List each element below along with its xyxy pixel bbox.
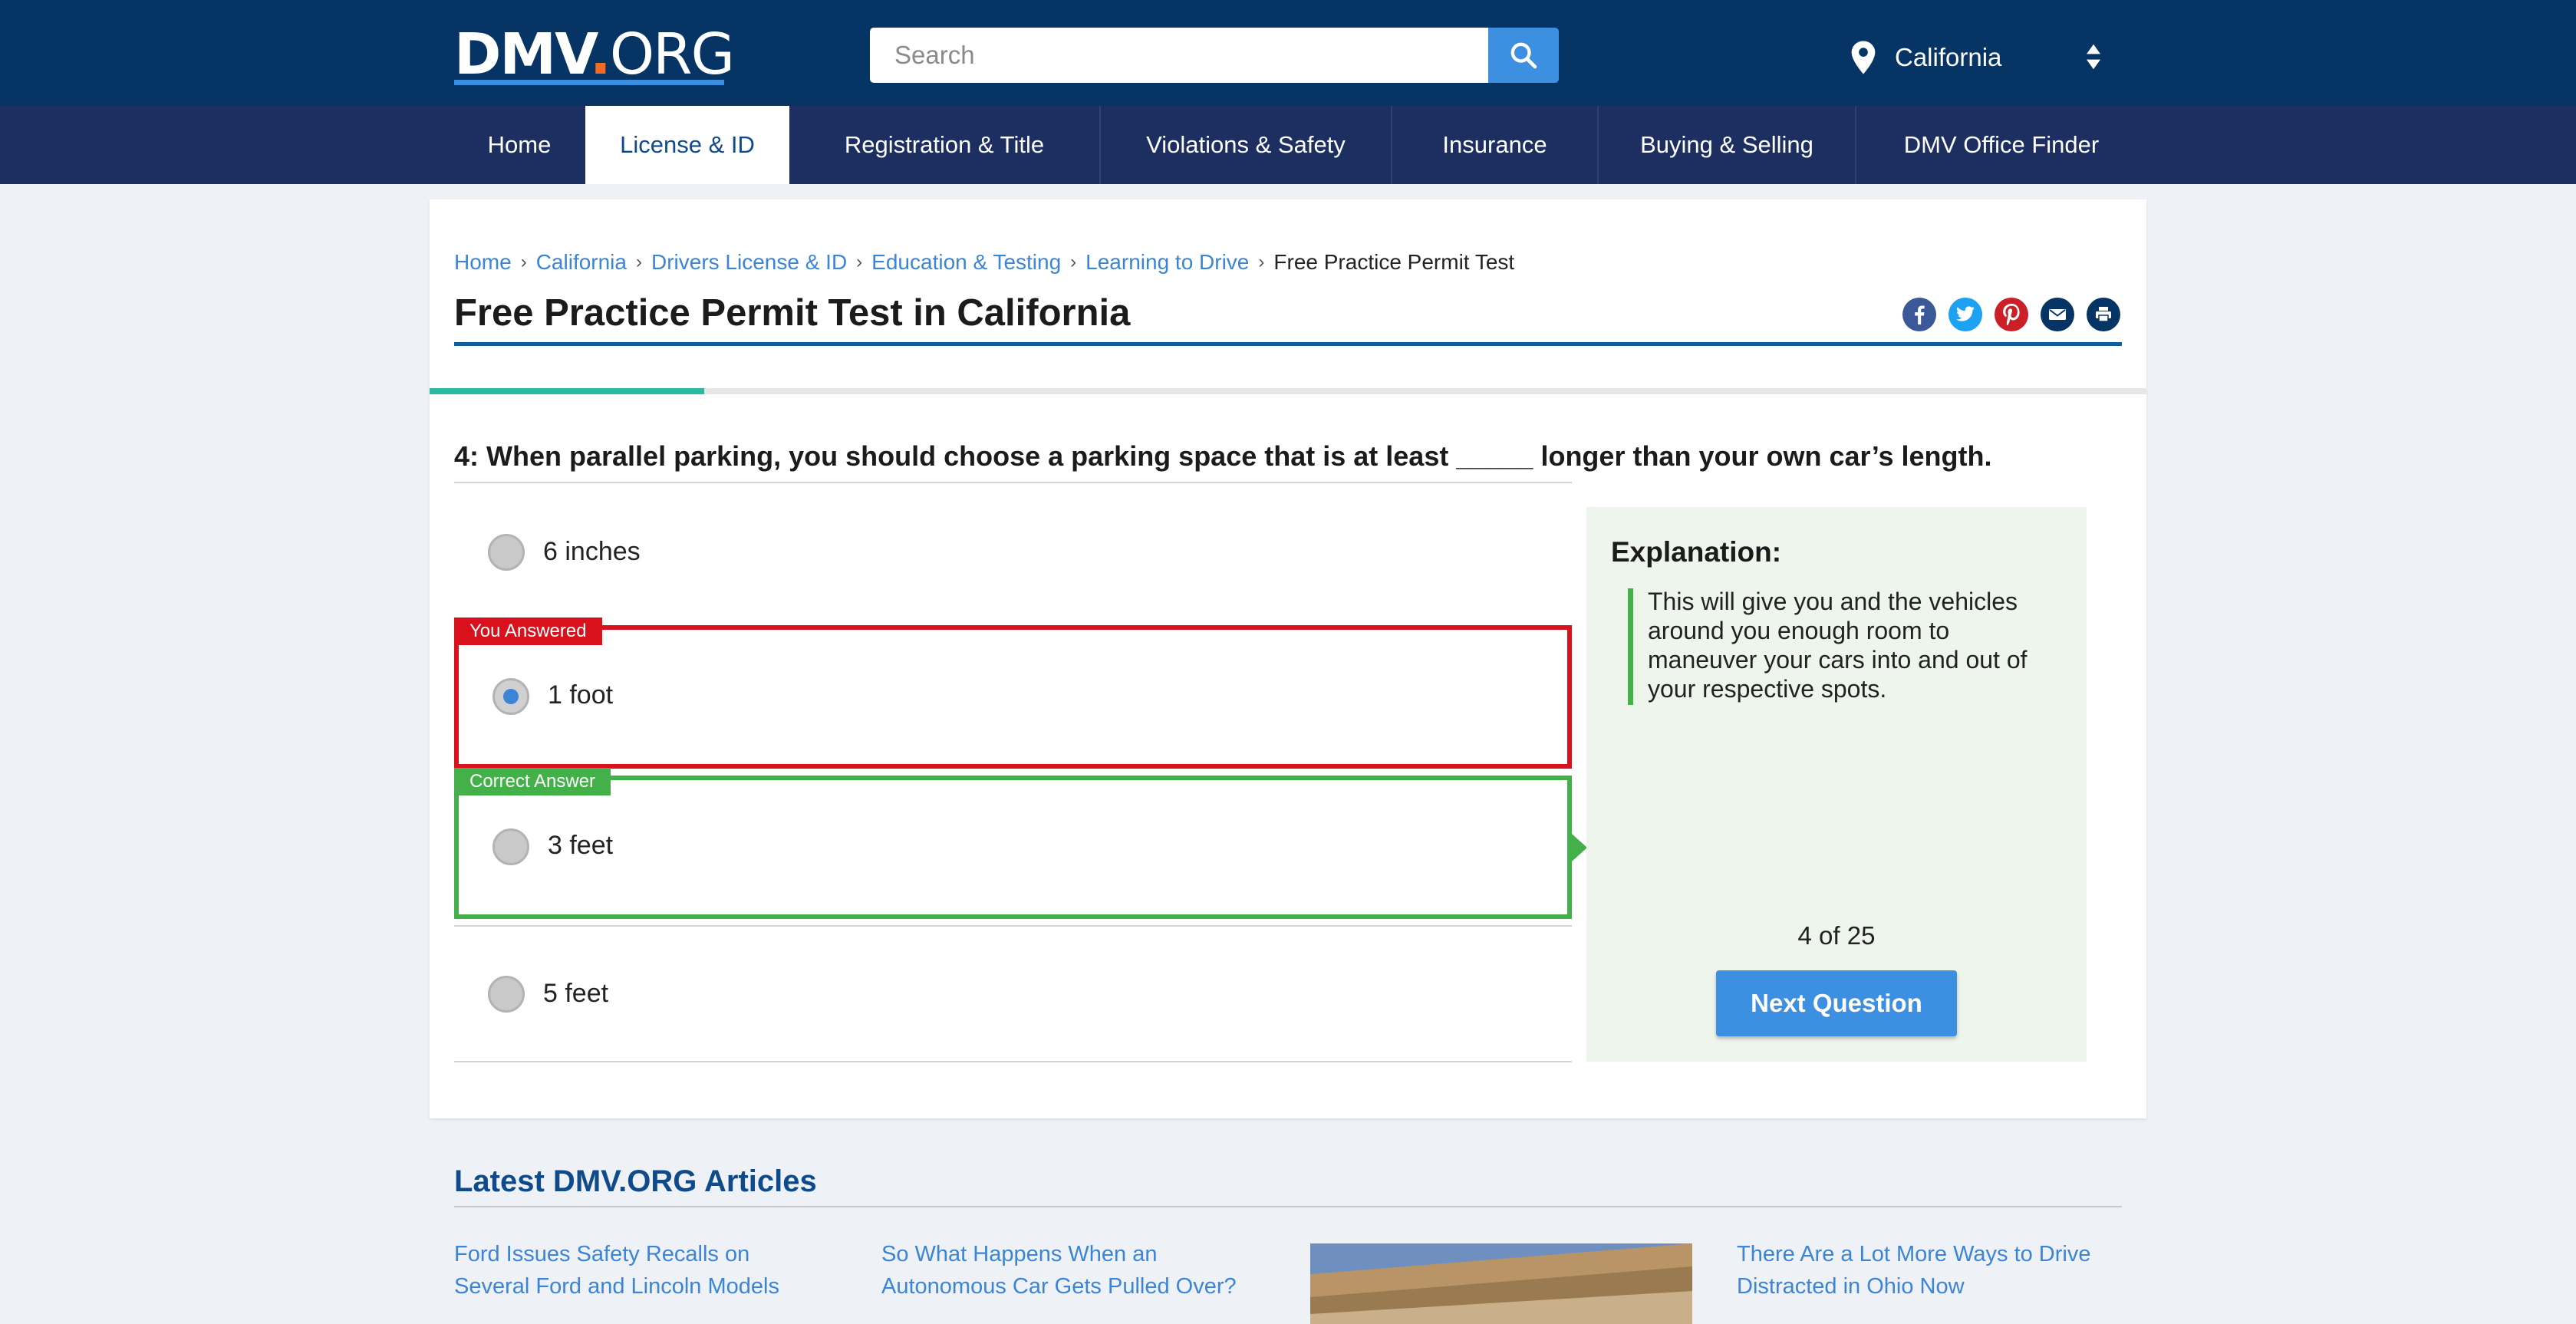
- article-link[interactable]: Ford Issues Safety Recalls on Several Fo…: [454, 1238, 822, 1303]
- dmv-org-logo[interactable]: DMV.ORG: [454, 21, 735, 87]
- answer-option-label: 1 foot: [548, 680, 614, 710]
- answer-option[interactable]: 3 feet: [459, 780, 1567, 914]
- dmv-building-photo: [1310, 1243, 1692, 1324]
- page-title: Free Practice Permit Test in California: [454, 292, 1131, 334]
- state-selector[interactable]: California: [1849, 34, 2102, 81]
- radio-button-selected[interactable]: [492, 678, 529, 715]
- latest-articles-heading: Latest DMV.ORG Articles: [454, 1164, 817, 1198]
- pinterest-icon[interactable]: [1995, 298, 2028, 331]
- explanation-text: This will give you and the vehicles arou…: [1648, 588, 2028, 703]
- logo-org-text: ORG: [609, 21, 735, 87]
- option-divider: [454, 925, 1572, 927]
- explanation-panel: Explanation: This will give you and the …: [1586, 507, 2087, 1062]
- answer-option-label: 6 inches: [543, 537, 641, 566]
- location-pin-icon: [1851, 41, 1876, 74]
- article-link[interactable]: There Are a Lot More Ways to Drive Distr…: [1737, 1238, 2105, 1303]
- twitter-icon[interactable]: [1948, 298, 1982, 331]
- question-divider: [454, 482, 1572, 483]
- breadcrumb-separator: ›: [520, 252, 527, 272]
- breadcrumb: Home › California › Drivers License & ID…: [454, 247, 1514, 278]
- sort-arrows-icon: [2087, 44, 2100, 70]
- breadcrumb-link-california[interactable]: California: [536, 250, 627, 275]
- logo-dot: .: [589, 21, 611, 87]
- search-button[interactable]: [1488, 28, 1559, 83]
- article-thumbnail-image[interactable]: [1310, 1243, 1692, 1324]
- logo-underline: [454, 80, 724, 85]
- articles-divider: [454, 1206, 2122, 1207]
- nav-item-buying-selling[interactable]: Buying & Selling: [1599, 106, 1855, 184]
- correct-pointer-arrow: [1572, 834, 1587, 861]
- search-bar: [870, 28, 1559, 83]
- search-icon: [1510, 42, 1537, 69]
- radio-button[interactable]: [488, 534, 525, 571]
- answer-option[interactable]: 6 inches: [454, 522, 1572, 583]
- option-divider: [454, 1061, 1572, 1062]
- nav-item-home[interactable]: Home: [454, 106, 585, 184]
- quiz-progress-bar: [430, 388, 2146, 394]
- radio-button[interactable]: [492, 828, 529, 865]
- breadcrumb-link-learning-to-drive[interactable]: Learning to Drive: [1085, 250, 1249, 275]
- answer-option[interactable]: 5 feet: [454, 962, 1572, 1023]
- breadcrumb-link-education-testing[interactable]: Education & Testing: [871, 250, 1061, 275]
- nav-item-license-id[interactable]: License & ID: [585, 106, 789, 184]
- nav-item-insurance[interactable]: Insurance: [1392, 106, 1597, 184]
- next-question-button[interactable]: Next Question: [1716, 970, 1957, 1036]
- radio-button[interactable]: [488, 976, 525, 1013]
- nav-item-registration-title[interactable]: Registration & Title: [789, 106, 1099, 184]
- share-toolbar: [1902, 298, 2120, 331]
- breadcrumb-separator: ›: [1070, 252, 1077, 272]
- print-icon[interactable]: [2087, 298, 2120, 331]
- breadcrumb-link-drivers-license[interactable]: Drivers License & ID: [651, 250, 847, 275]
- facebook-icon[interactable]: [1902, 298, 1936, 331]
- article-link[interactable]: So What Happens When an Autonomous Car G…: [881, 1238, 1250, 1303]
- breadcrumb-separator: ›: [856, 252, 863, 272]
- breadcrumb-separator: ›: [635, 252, 642, 272]
- answer-option-label: 5 feet: [543, 979, 609, 1008]
- answer-option[interactable]: 1 foot: [459, 630, 1567, 764]
- breadcrumb-separator: ›: [1258, 252, 1265, 272]
- quiz-progress-fill: [430, 388, 705, 394]
- nav-item-violations-safety[interactable]: Violations & Safety: [1101, 106, 1391, 184]
- search-input[interactable]: [870, 28, 1488, 83]
- main-nav: Home License & ID Registration & Title V…: [0, 106, 2576, 184]
- nav-item-dmv-office-finder[interactable]: DMV Office Finder: [1856, 106, 2146, 184]
- question-text: 4: When parallel parking, you should cho…: [454, 440, 1992, 472]
- logo-dmv-text: DMV: [454, 21, 591, 87]
- answer-option-correct[interactable]: Correct Answer 3 feet: [454, 768, 1587, 919]
- site-header: DMV.ORG California: [0, 0, 2576, 106]
- question-counter: 4 of 25: [1797, 921, 1876, 950]
- answer-option-wrong[interactable]: You Answered 1 foot: [454, 618, 1572, 769]
- explanation-accent-bar: [1628, 588, 1633, 705]
- answer-option-label: 3 feet: [548, 831, 614, 860]
- breadcrumb-link-home[interactable]: Home: [454, 250, 512, 275]
- email-icon[interactable]: [2041, 298, 2074, 331]
- breadcrumb-current: Free Practice Permit Test: [1273, 250, 1515, 274]
- state-label: California: [1895, 43, 2002, 71]
- title-underline: [454, 342, 2122, 346]
- explanation-title: Explanation:: [1611, 536, 1782, 568]
